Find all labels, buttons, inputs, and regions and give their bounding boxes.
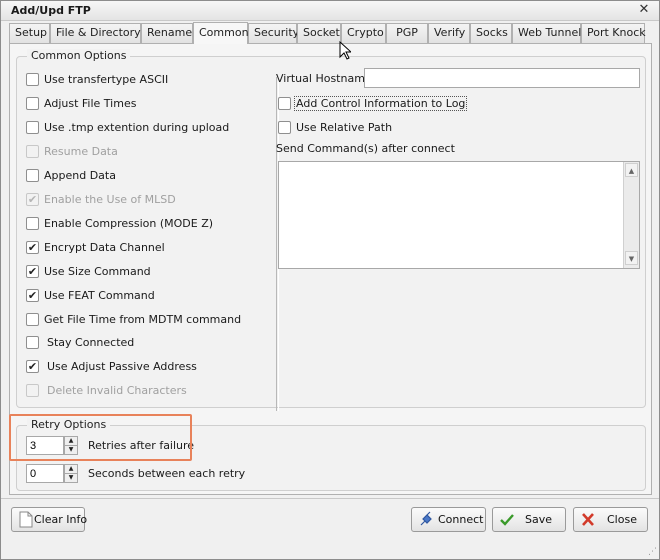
clear-info-button[interactable]: Clear Info <box>11 507 88 532</box>
checkbox-label: Use transfertype ASCII <box>44 73 169 86</box>
checkbox-label: Use Adjust Passive Address <box>47 360 197 373</box>
checkbox-label: Adjust File Times <box>44 97 137 110</box>
retry-options-legend: Retry Options <box>27 418 111 431</box>
send-commands-textarea[interactable]: ▲ ▼ <box>278 161 640 269</box>
spin-down-icon[interactable]: ▼ <box>64 445 78 455</box>
checkbox-box <box>26 384 39 397</box>
close-x-icon <box>582 513 594 526</box>
checkbox-label: Use .tmp extention during upload <box>44 121 230 134</box>
status-bar: ⋰ <box>1 543 659 559</box>
check-icon: ✔ <box>26 193 39 206</box>
checkbox-label: Get File Time from MDTM command <box>44 313 242 326</box>
connect-label: Connect <box>438 513 484 526</box>
virtual-hostname-label: Virtual Hostname <box>276 72 372 85</box>
common-options-legend: Common Options <box>27 49 131 62</box>
virtual-hostname-input[interactable] <box>364 68 640 88</box>
checkbox-label: Stay Connected <box>47 336 135 349</box>
clear-info-label: Clear Info <box>34 513 88 526</box>
checkbox-box[interactable] <box>26 217 39 230</box>
checkbox-box[interactable] <box>26 121 39 134</box>
checkbox-label: Enable Compression (MODE Z) <box>44 217 214 230</box>
checkbox-box[interactable] <box>278 121 291 134</box>
title-bar: Add/Upd FTP ✕ <box>1 1 659 21</box>
checkbox-label: Encrypt Data Channel <box>44 241 165 254</box>
document-icon <box>19 511 33 528</box>
checkbox-label: Append Data <box>44 169 116 182</box>
tab-crypto[interactable]: Crypto <box>341 23 386 43</box>
tab-web-tunnel[interactable]: Web Tunnel <box>512 23 581 43</box>
check-icon[interactable]: ✔ <box>26 360 39 373</box>
dialog-window: Add/Upd FTP ✕ Setup File & Directory Ren… <box>0 0 660 560</box>
checkbox-box <box>26 145 39 158</box>
save-button[interactable]: Save <box>492 507 566 532</box>
checkbox-box[interactable] <box>26 73 39 86</box>
tab-panel-common: Common Options Use transfertype ASCII Ad… <box>9 43 652 495</box>
check-icon[interactable]: ✔ <box>26 289 39 302</box>
save-label: Save <box>525 513 553 526</box>
retries-label: Retries after failure <box>88 439 195 452</box>
tab-common[interactable]: Common <box>193 22 249 44</box>
checkbox-label: Use Relative Path <box>296 121 393 134</box>
check-icon[interactable]: ✔ <box>26 241 39 254</box>
checkbox-box[interactable] <box>26 336 39 349</box>
connect-plug-icon <box>420 511 432 526</box>
checkbox-box[interactable] <box>26 313 39 326</box>
scroll-down-icon[interactable]: ▼ <box>625 251 638 265</box>
close-label: Close <box>607 513 637 526</box>
tab-pgp[interactable]: PGP <box>386 23 428 43</box>
close-icon[interactable]: ✕ <box>637 3 651 17</box>
checkbox-label: Resume Data <box>44 145 118 158</box>
retries-input[interactable] <box>26 436 64 455</box>
checkbox-label: Use Size Command <box>44 265 151 278</box>
checkbox-box[interactable] <box>26 97 39 110</box>
check-icon[interactable]: ✔ <box>26 265 39 278</box>
seconds-label: Seconds between each retry <box>88 467 246 480</box>
tab-socks[interactable]: Socks <box>470 23 512 43</box>
tab-socket[interactable]: Socket <box>297 23 341 43</box>
tab-verify[interactable]: Verify <box>428 23 470 43</box>
window-title: Add/Upd FTP <box>11 4 91 17</box>
checkbox-box[interactable] <box>278 97 291 110</box>
tab-security[interactable]: Security <box>248 23 299 43</box>
common-options-group: Common Options Use transfertype ASCII Ad… <box>16 49 646 411</box>
dialog-footer: Clear Info Connect Save Close <box>1 498 659 543</box>
send-commands-label: Send Command(s) after connect <box>276 142 455 155</box>
seconds-input[interactable] <box>26 464 64 483</box>
tab-rename[interactable]: Rename <box>141 23 193 43</box>
mouse-cursor-icon <box>339 41 351 60</box>
scroll-up-icon[interactable]: ▲ <box>625 163 638 177</box>
checkbox-label: Enable the Use of MLSD <box>44 193 176 206</box>
close-button[interactable]: Close <box>573 507 648 532</box>
checkbox-label: Delete Invalid Characters <box>47 384 187 397</box>
checkbox-box[interactable] <box>26 169 39 182</box>
checkbox-label: Use FEAT Command <box>44 289 155 302</box>
connect-button[interactable]: Connect <box>411 507 486 532</box>
tab-file-directory[interactable]: File & Directory <box>50 23 141 43</box>
vertical-scrollbar[interactable]: ▲ ▼ <box>623 162 639 268</box>
spin-down-icon[interactable]: ▼ <box>64 473 78 483</box>
checkbox-label: Add Control Information to Log <box>294 96 468 111</box>
resize-grip-icon[interactable]: ⋰ <box>648 547 657 557</box>
retry-options-group: Retry Options ▲ ▼ Retries after failure … <box>16 418 646 491</box>
tab-port-knock[interactable]: Port Knock <box>581 23 646 43</box>
tab-setup[interactable]: Setup <box>9 23 50 43</box>
save-check-icon <box>500 514 514 526</box>
